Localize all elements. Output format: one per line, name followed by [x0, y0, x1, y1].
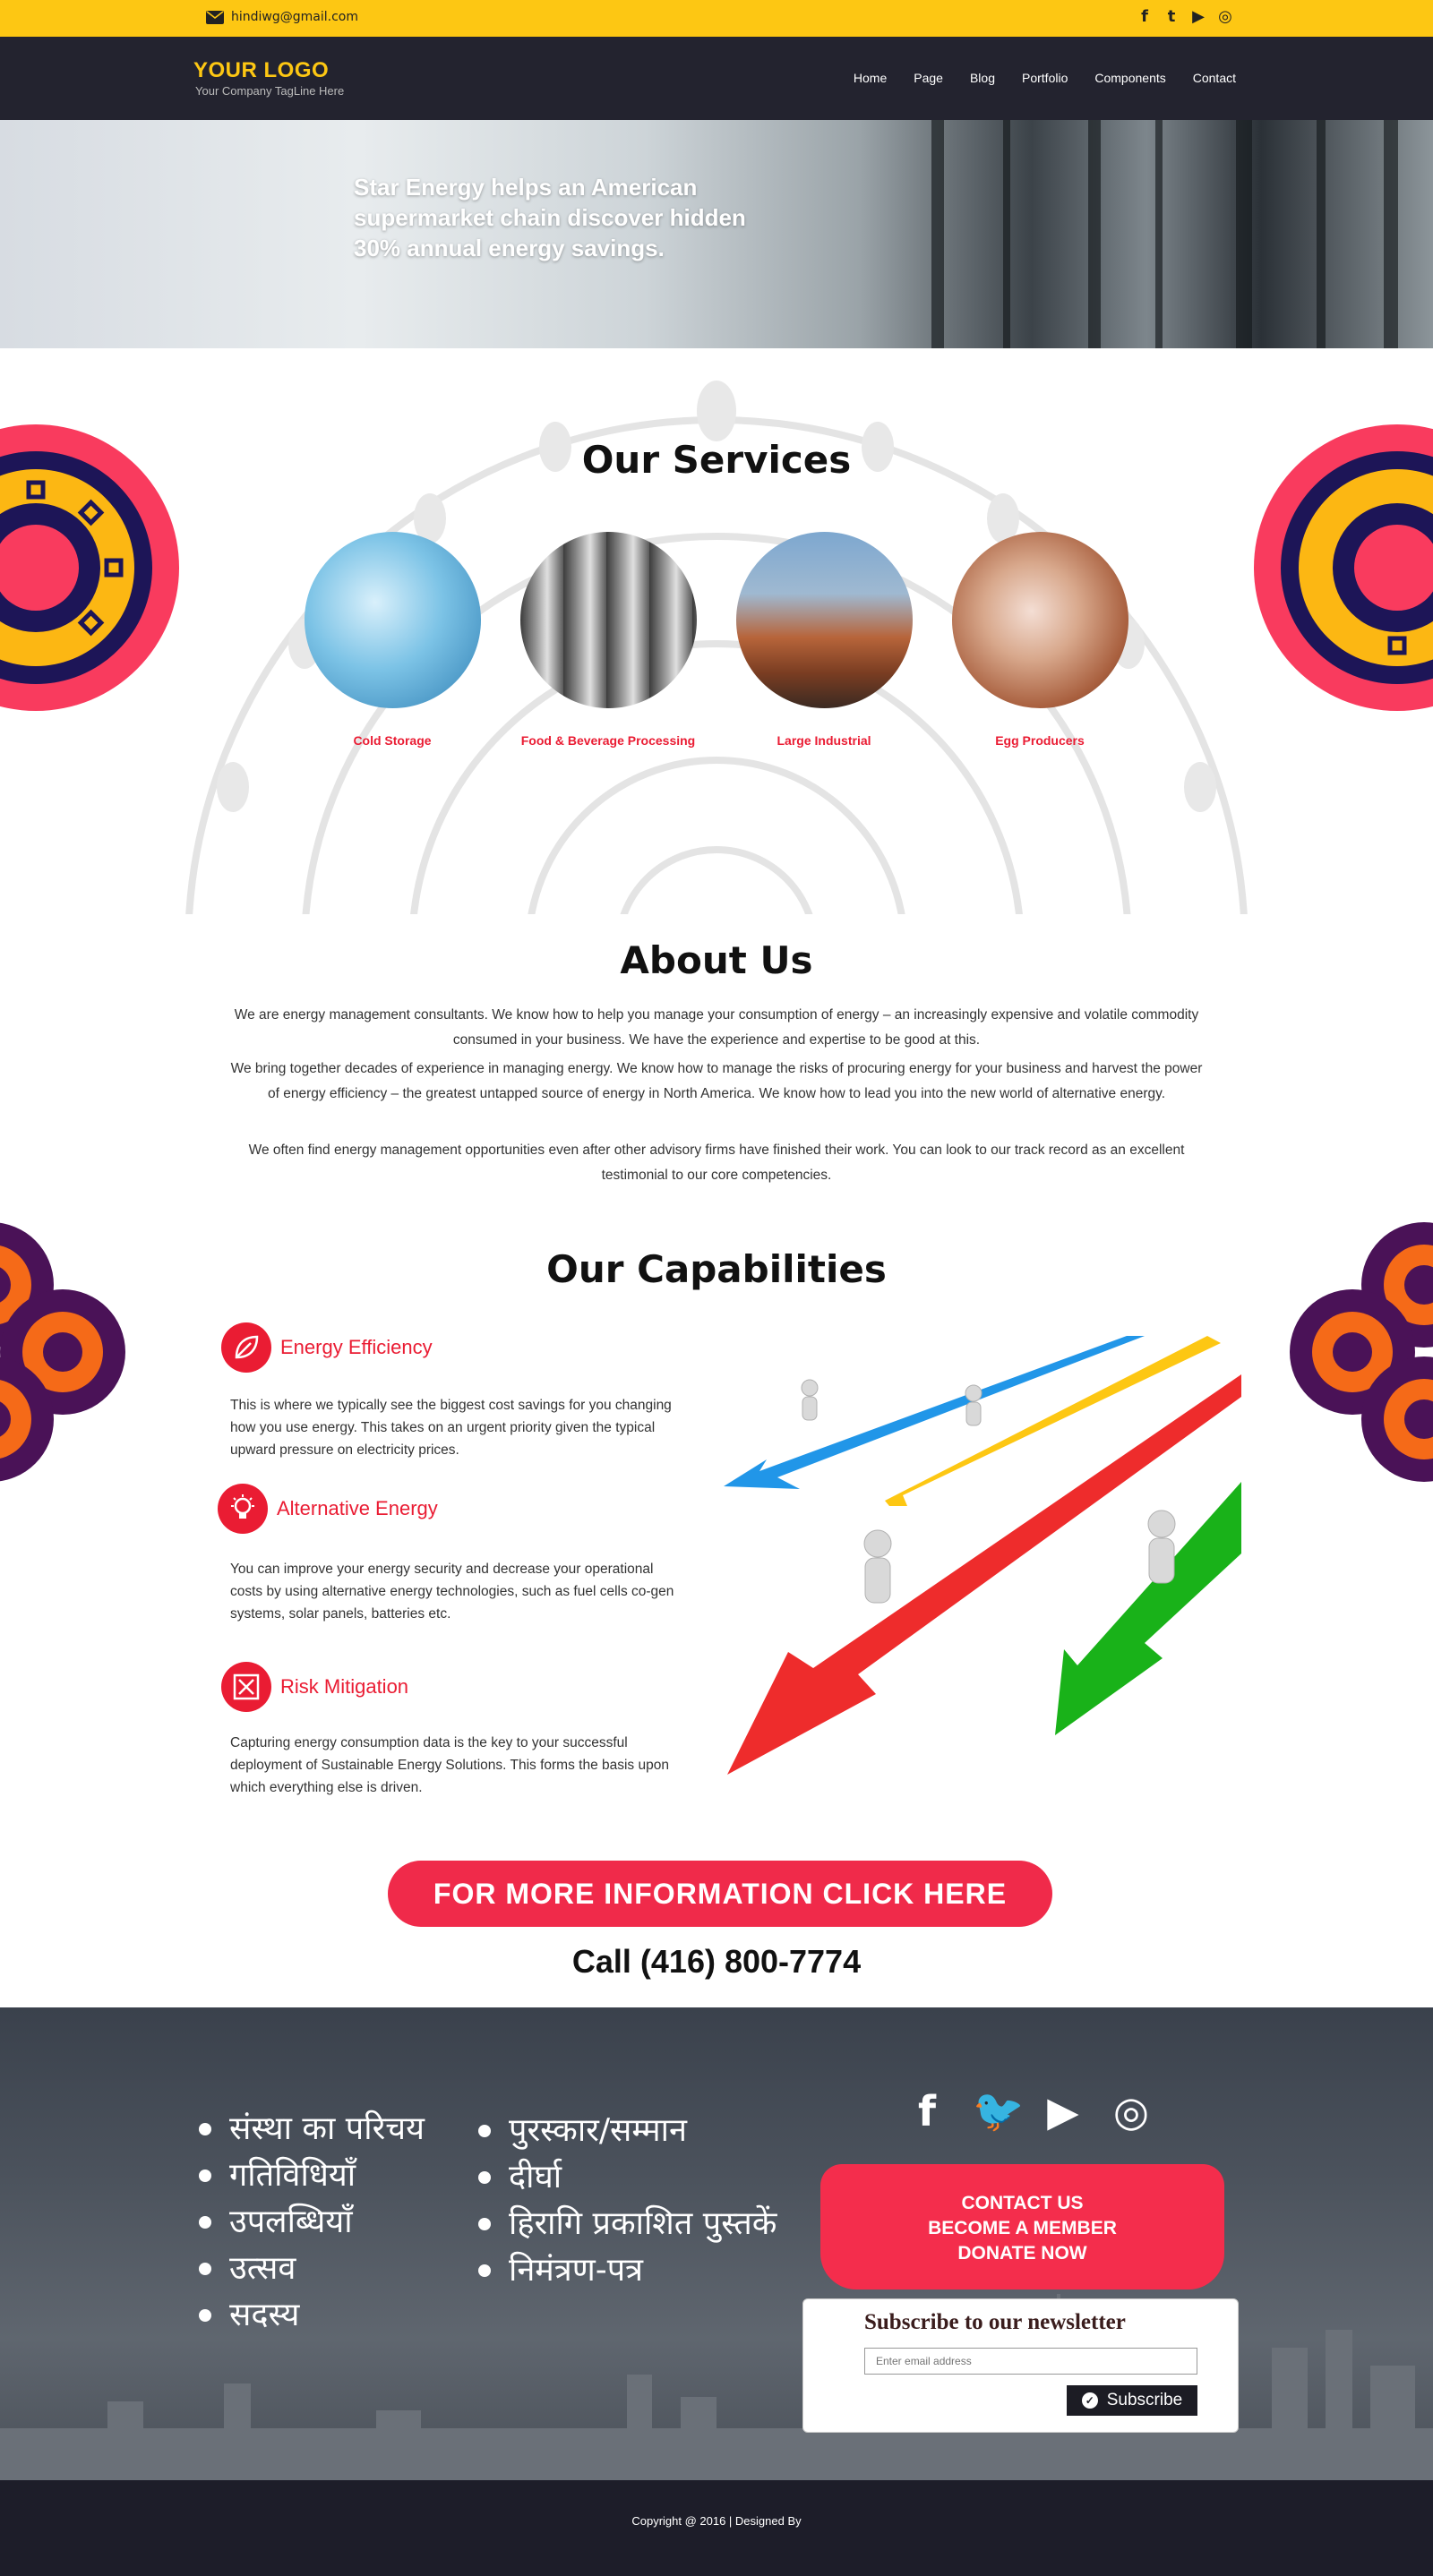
subscribe-button[interactable]: ✓ Subscribe — [1067, 2385, 1197, 2416]
top-social-links: f t ▶ ◎ — [1136, 7, 1234, 26]
twitter-icon[interactable]: 🐦 — [973, 2086, 1024, 2135]
nav-page[interactable]: Page — [914, 71, 943, 85]
top-bar: hindiwg@gmail.com f t ▶ ◎ — [0, 0, 1433, 37]
newsletter-email-input[interactable] — [864, 2348, 1197, 2375]
youtube-icon[interactable]: ▶ — [1041, 2087, 1085, 2135]
contact-us-link[interactable]: CONTACT US — [820, 2191, 1224, 2216]
footer-link[interactable]: दीर्घा — [478, 2154, 777, 2201]
leaf-icon — [221, 1322, 271, 1373]
instagram-icon[interactable]: ◎ — [1216, 7, 1234, 26]
become-member-link[interactable]: BECOME A MEMBER — [820, 2216, 1224, 2241]
service-label: Large Industrial — [777, 733, 871, 748]
hero-banner: Star Energy helps an American supermarke… — [0, 120, 1433, 348]
facebook-icon[interactable]: f — [1136, 7, 1154, 26]
service-egg-producers[interactable]: Egg Producers — [937, 532, 1143, 748]
footer-link[interactable]: गतिविधियाँ — [199, 2152, 425, 2199]
hero-photo-detail — [1088, 120, 1101, 348]
capability-description: This is where we typically see the bigge… — [230, 1398, 672, 1458]
subscribe-label: Subscribe — [1106, 2391, 1183, 2409]
about-paragraph: We often find energy management opportun… — [248, 1143, 1185, 1183]
service-large-industrial[interactable]: Large Industrial — [721, 532, 927, 748]
footer: संस्था का परिचय गतिविधियाँ उपलब्धियाँ उत… — [0, 2007, 1433, 2480]
footer-link[interactable]: हिरागि प्रकाशित पुस्तकें — [478, 2201, 777, 2247]
capability-risk-mitigation: Risk Mitigation — [221, 1662, 408, 1712]
newsletter-title: Subscribe to our newsletter — [864, 2310, 1126, 2334]
about-title: About Us — [620, 938, 813, 982]
capability-description: Capturing energy consumption data is the… — [230, 1735, 669, 1795]
hero-headline: Star Energy helps an American supermarke… — [354, 174, 746, 261]
check-circle-icon: ✓ — [1081, 2392, 1098, 2409]
main-menu: Home Page Blog Portfolio Components Cont… — [854, 71, 1236, 85]
capability-description: You can improve your energy security and… — [230, 1562, 674, 1622]
capabilities-title: Our Capabilities — [546, 1247, 887, 1291]
main-navbar: YOUR LOGO Your Company TagLine Here Home… — [0, 37, 1433, 120]
nav-components[interactable]: Components — [1094, 71, 1165, 85]
nav-contact[interactable]: Contact — [1193, 71, 1236, 85]
nav-home[interactable]: Home — [854, 71, 887, 85]
footer-link[interactable]: उपलब्धियाँ — [199, 2199, 425, 2246]
youtube-icon[interactable]: ▶ — [1189, 7, 1207, 26]
footer-actions-box: CONTACT US BECOME A MEMBER DONATE NOW — [820, 2164, 1224, 2289]
nav-portfolio[interactable]: Portfolio — [1022, 71, 1068, 85]
arrows-illustration — [724, 1336, 1241, 1775]
about-paragraph: We bring together decades of experience … — [230, 1061, 1203, 1101]
about-paragraph: We are energy management consultants. We… — [234, 1007, 1199, 1048]
site-logo[interactable]: YOUR LOGO — [193, 58, 329, 83]
capability-title: Energy Efficiency — [280, 1336, 433, 1358]
industrial-plant-photo — [735, 532, 913, 708]
eggs-photo — [951, 532, 1128, 708]
envelope-icon — [206, 10, 224, 24]
footer-link[interactable]: संस्था का परिचय — [199, 2106, 425, 2152]
services-title: Our Services — [581, 438, 852, 482]
lightbulb-icon — [218, 1484, 268, 1534]
facebook-icon[interactable]: f — [905, 2087, 949, 2135]
service-cold-storage[interactable]: Cold Storage — [289, 532, 495, 748]
service-label: Food & Beverage Processing — [520, 733, 696, 748]
footer-links-right: पुरस्कार/सम्मान दीर्घा हिरागि प्रकाशित प… — [478, 2108, 777, 2294]
instagram-icon[interactable]: ◎ — [1109, 2087, 1154, 2135]
capability-title: Risk Mitigation — [280, 1675, 409, 1698]
nav-blog[interactable]: Blog — [970, 71, 995, 85]
footer-social-links: f 🐦 ▶ ◎ — [905, 2086, 1154, 2135]
hero-photo-detail — [1003, 120, 1010, 348]
steel-tanks-photo — [519, 532, 697, 708]
newsletter-box: Subscribe to our newsletter ✓ Subscribe — [802, 2298, 1239, 2433]
service-label: Egg Producers — [995, 733, 1085, 748]
capability-title: Alternative Energy — [277, 1497, 438, 1519]
email-text: hindiwg@gmail.com — [231, 10, 358, 24]
hero-photo-detail — [1236, 120, 1252, 348]
site-tagline: Your Company TagLine Here — [195, 84, 345, 98]
phone-number[interactable]: Call (416) 800-7774 — [0, 1943, 1433, 1981]
services-section: Our Services Cold Storage Food & Beverag… — [0, 348, 1433, 914]
hero-photo-detail — [1317, 120, 1326, 348]
email-contact[interactable]: hindiwg@gmail.com — [206, 10, 358, 24]
footer-link[interactable]: निमंत्रण-पत्र — [478, 2247, 777, 2294]
hero-photo-detail — [931, 120, 944, 348]
footer-link[interactable]: सदस्य — [199, 2292, 425, 2339]
service-food-beverage[interactable]: Food & Beverage Processing — [505, 532, 711, 748]
hero-photo-detail — [1384, 120, 1398, 348]
capability-energy-efficiency: Energy Efficiency — [221, 1322, 433, 1373]
more-info-button[interactable]: FOR MORE INFORMATION CLICK HERE — [388, 1861, 1052, 1927]
crossed-box-icon — [221, 1662, 271, 1712]
capability-alternative-energy: Alternative Energy — [218, 1484, 438, 1534]
footer-link[interactable]: उत्सव — [199, 2246, 425, 2292]
twitter-icon[interactable]: t — [1163, 7, 1180, 26]
footer-links-left: संस्था का परिचय गतिविधियाँ उपलब्धियाँ उत… — [199, 2106, 425, 2339]
ice-cubes-photo — [304, 532, 481, 708]
copyright-bar: Copyright @ 2016 | Designed By — [0, 2480, 1433, 2576]
donate-now-link[interactable]: DONATE NOW — [820, 2241, 1224, 2266]
service-label: Cold Storage — [353, 733, 432, 748]
footer-link[interactable]: पुरस्कार/सम्मान — [478, 2108, 777, 2154]
hero-photo-detail — [1155, 120, 1163, 348]
